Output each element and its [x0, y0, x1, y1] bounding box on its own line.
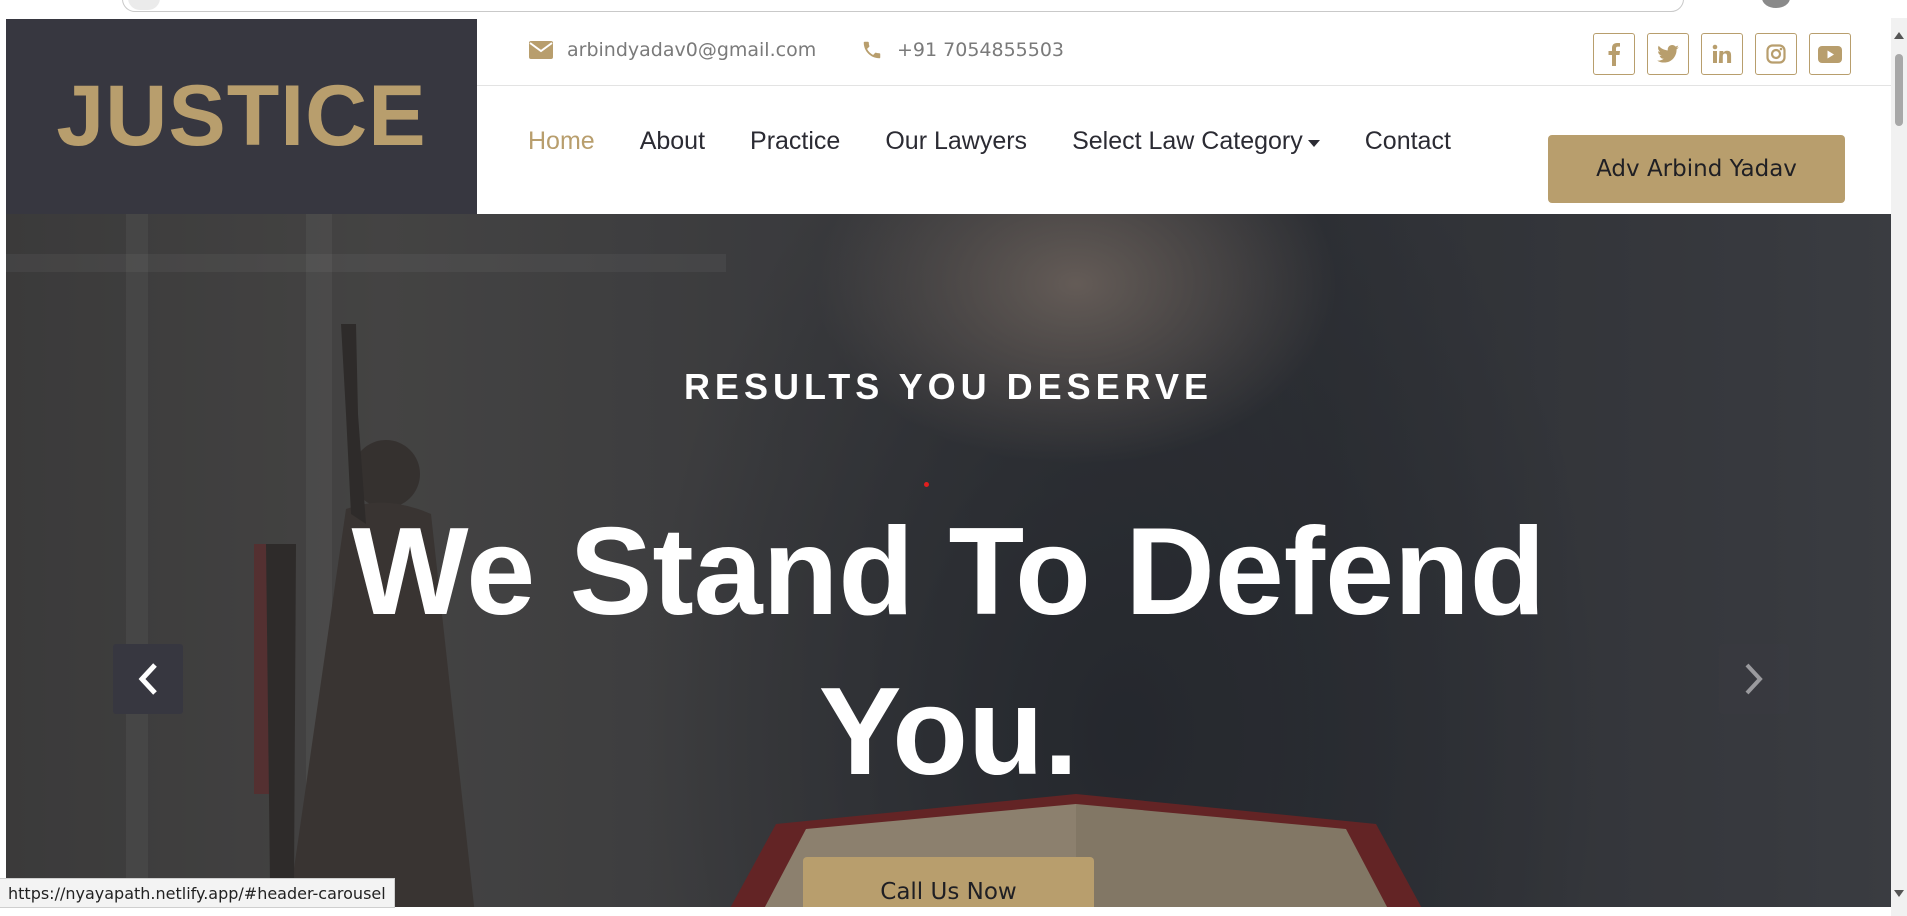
chevron-left-icon — [138, 663, 157, 695]
red-dot — [924, 482, 929, 487]
caret-down-icon — [1307, 139, 1320, 147]
youtube-icon[interactable] — [1809, 33, 1851, 75]
site-logo[interactable]: JUSTICE — [56, 67, 426, 166]
hero-headline-line-1: We Stand To Defend — [351, 503, 1546, 641]
carousel-prev-button[interactable] — [113, 644, 183, 714]
call-us-now-button[interactable]: Call Us Now — [803, 857, 1094, 907]
twitter-icon[interactable] — [1647, 33, 1689, 75]
nav-menu: Home About Practice Our Lawyers Select L… — [528, 127, 1496, 156]
page: JUSTICE arbindyadav0@gmail.com +91 70548… — [6, 19, 1891, 907]
nav-item-home[interactable]: Home — [528, 127, 595, 156]
nav-item-select-law-category[interactable]: Select Law Category — [1072, 127, 1320, 156]
scroll-down-icon[interactable] — [1894, 890, 1904, 897]
phone-icon — [861, 39, 883, 61]
carousel-next-button[interactable] — [1719, 644, 1789, 714]
linkedin-icon[interactable] — [1701, 33, 1743, 75]
browser-chrome — [0, 0, 1907, 18]
nav-item-contact[interactable]: Contact — [1365, 127, 1451, 156]
top-contact-bar: arbindyadav0@gmail.com +91 7054855503 — [477, 19, 1891, 86]
hero-headline: We Stand To Defend You. — [6, 492, 1891, 812]
contact-phone[interactable]: +91 7054855503 — [861, 39, 1064, 61]
brand-block[interactable]: JUSTICE — [6, 19, 477, 214]
envelope-icon — [529, 41, 553, 59]
contact-email[interactable]: arbindyadav0@gmail.com — [529, 39, 816, 61]
nav-item-practice[interactable]: Practice — [750, 127, 840, 156]
social-links — [1593, 33, 1851, 75]
facebook-icon[interactable] — [1593, 33, 1635, 75]
hero-headline-line-2: You. — [818, 663, 1079, 801]
nav-item-our-lawyers[interactable]: Our Lawyers — [885, 127, 1027, 156]
profile-avatar[interactable] — [1762, 0, 1790, 8]
scrollbar-thumb[interactable] — [1895, 54, 1903, 126]
main-navbar: Home About Practice Our Lawyers Select L… — [477, 87, 1891, 214]
adv-arbind-yadav-button[interactable]: Adv Arbind Yadav — [1548, 135, 1845, 203]
scroll-up-icon[interactable] — [1894, 32, 1904, 39]
nav-item-select-law-category-label: Select Law Category — [1072, 127, 1303, 155]
contact-phone-text: +91 7054855503 — [897, 39, 1065, 61]
page-scrollbar[interactable] — [1891, 18, 1907, 916]
link-status-bar: https://nyayapath.netlify.app/#header-ca… — [0, 878, 395, 908]
instagram-icon[interactable] — [1755, 33, 1797, 75]
header-carousel: RESULTS YOU DESERVE We Stand To Defend Y… — [6, 214, 1891, 907]
nav-item-about[interactable]: About — [640, 127, 705, 156]
hero-kicker: RESULTS YOU DESERVE — [683, 366, 1214, 407]
address-bar[interactable] — [122, 0, 1684, 12]
contact-email-text: arbindyadav0@gmail.com — [567, 39, 817, 61]
chevron-right-icon — [1745, 663, 1763, 695]
